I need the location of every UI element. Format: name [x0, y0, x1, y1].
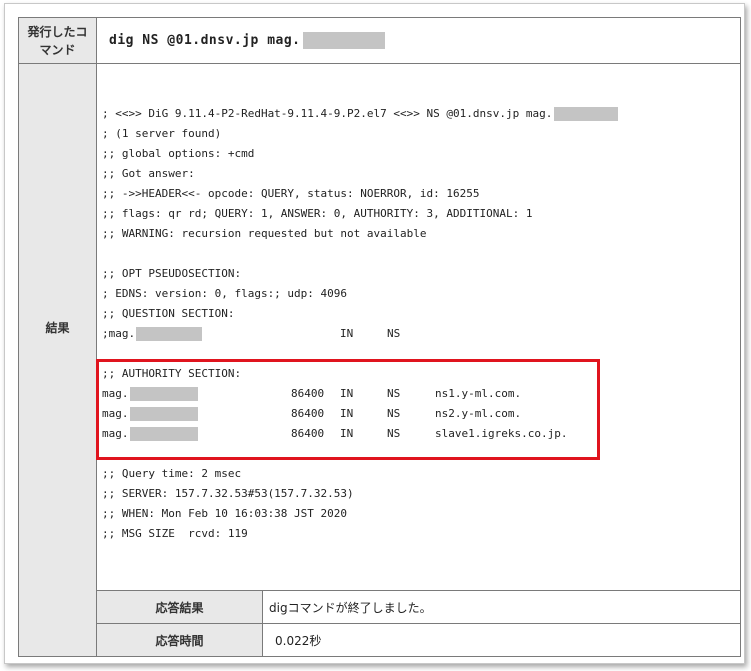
response-result-value: digコマンドが終了しました。: [269, 600, 432, 615]
output-line: ;; WHEN: Mon Feb 10 16:03:38 JST 2020: [102, 507, 348, 520]
response-time-value: 0.022秒: [275, 633, 322, 648]
label-column-filler: [19, 591, 97, 656]
output-line: ; EDNS: version: 0, flags:; udp: 4096: [102, 287, 348, 300]
question-class: IN: [340, 327, 354, 340]
redacted-domain: [136, 327, 203, 341]
command-label: 発行したコマンド: [27, 24, 88, 57]
output-line: ;; Got answer:: [102, 167, 195, 180]
authority-highlight-box: [96, 359, 600, 460]
output-line: ;; global options: +cmd: [102, 147, 255, 160]
result-label-cell: 結果: [19, 64, 97, 591]
output-line: ;; ->>HEADER<<- opcode: QUERY, status: N…: [102, 187, 480, 200]
response-time-label-cell: 応答時間: [97, 624, 263, 656]
response-result-value-cell: digコマンドが終了しました。: [263, 591, 740, 624]
output-line: ;; QUESTION SECTION:: [102, 307, 235, 320]
response-time-value-cell: 0.022秒: [263, 624, 740, 656]
output-line: ;; SERVER: 157.7.32.53#53(157.7.32.53): [102, 487, 354, 500]
output-line: ;; WARNING: recursion requested but not …: [102, 227, 427, 240]
command-label-cell: 発行したコマンド: [19, 18, 97, 64]
output-line: ;; MSG SIZE rcvd: 119: [102, 527, 248, 540]
question-type: NS: [387, 327, 401, 340]
output-line: ;; Query time: 2 msec: [102, 467, 242, 480]
command-value-cell: dig NS @01.dnsv.jp mag.: [97, 18, 740, 64]
response-time-label: 応答時間: [155, 633, 204, 648]
screenshot-frame: 発行したコマンド dig NS @01.dnsv.jp mag. 結果 応答結果…: [4, 3, 745, 664]
redacted-domain: [302, 32, 385, 49]
response-result-label: 応答結果: [155, 600, 204, 615]
result-label: 結果: [45, 321, 70, 335]
output-line: ;; OPT PSEUDOSECTION:: [102, 267, 242, 280]
command-text: dig NS @01.dnsv.jp mag.: [109, 33, 301, 48]
question-record: ;mag.: [102, 327, 203, 341]
output-line: ; (1 server found): [102, 127, 222, 140]
output-line: ;; flags: qr rd; QUERY: 1, ANSWER: 0, AU…: [102, 207, 533, 220]
response-result-label-cell: 応答結果: [97, 591, 263, 624]
output-line: ; <<>> DiG 9.11.4-P2-RedHat-9.11.4-9.P2.…: [102, 107, 619, 121]
redacted-domain: [554, 107, 619, 121]
